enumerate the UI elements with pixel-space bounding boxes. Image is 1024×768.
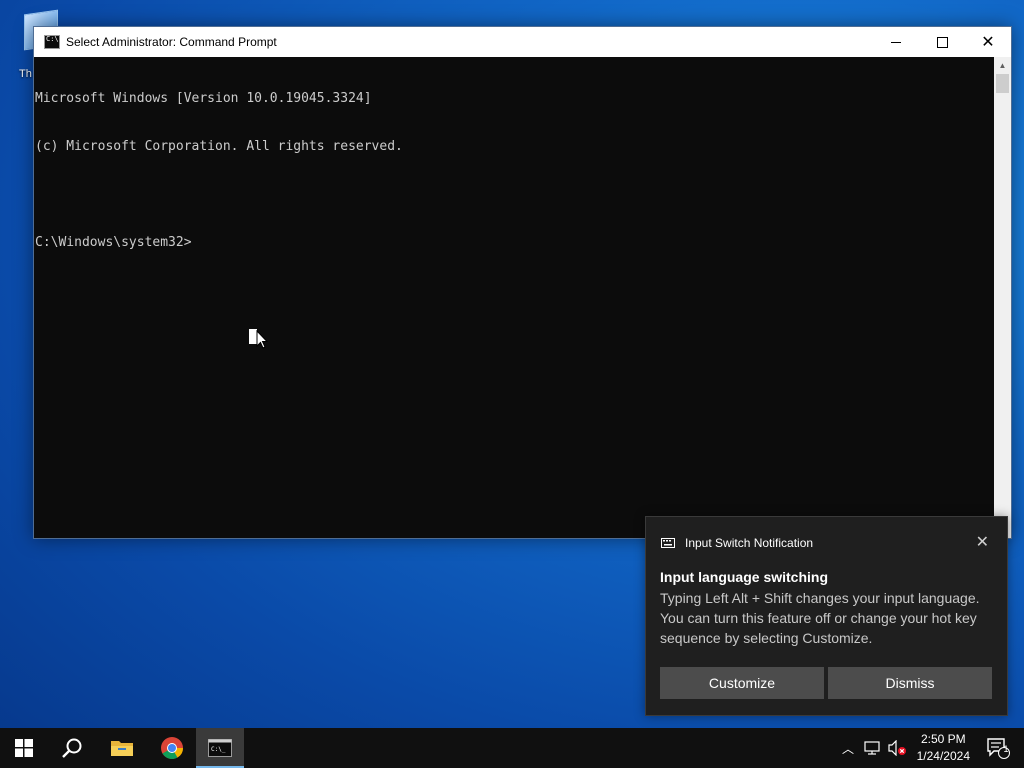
network-icon [864, 741, 880, 755]
close-icon: ✕ [981, 32, 995, 51]
console-prompt-line: C:\Windows\system32> [35, 235, 192, 250]
notification-close-button[interactable]: ✕ [976, 532, 989, 551]
clock-date: 1/24/2024 [916, 749, 970, 763]
chevron-up-icon: ︿ [841, 741, 854, 756]
input-switch-notification[interactable]: Input Switch Notification ✕ Input langua… [645, 516, 1008, 716]
notification-count-badge: 1 [1003, 744, 1009, 754]
volume-muted-icon [888, 740, 906, 756]
svg-text:C:\_: C:\_ [211, 746, 226, 753]
taskbar-clock[interactable]: 2:50 PM 1/24/2024 [917, 731, 970, 765]
taskbar-file-explorer[interactable] [98, 728, 146, 768]
chevron-up-icon: ▲ [998, 61, 1007, 70]
volume-button[interactable] [886, 728, 908, 768]
keyboard-icon [661, 538, 675, 548]
mouse-pointer-icon [256, 330, 268, 349]
maximize-icon [936, 36, 948, 48]
close-button[interactable]: ✕ [965, 27, 1011, 57]
console-output[interactable]: Microsoft Windows [Version 10.0.19045.33… [34, 57, 995, 538]
window-titlebar[interactable]: Select Administrator: Command Prompt ✕ [34, 27, 1011, 57]
notification-header: Input Switch Notification [661, 536, 813, 550]
cmd-app-icon [44, 35, 60, 49]
notification-title: Input language switching [660, 569, 828, 585]
scrollbar-thumb[interactable] [996, 74, 1009, 93]
vertical-scrollbar[interactable]: ▲ [994, 57, 1011, 538]
action-center-button[interactable]: 1 [980, 728, 1016, 768]
customize-button[interactable]: Customize [660, 667, 824, 699]
desktop-icon-label: Th [19, 68, 32, 80]
folder-icon [111, 741, 133, 756]
window-controls: ✕ [873, 27, 1011, 57]
search-icon [62, 738, 82, 758]
taskbar-chrome[interactable] [148, 728, 196, 768]
notification-app-name: Input Switch Notification [685, 536, 814, 550]
window-title: Select Administrator: Command Prompt [66, 35, 277, 49]
taskbar-command-prompt[interactable]: C:\_ [196, 728, 244, 768]
minimize-icon [891, 41, 901, 43]
show-hidden-icons-button[interactable]: ︿ [838, 728, 858, 768]
notification-body: Typing Left Alt + Shift changes your inp… [660, 590, 980, 646]
network-button[interactable] [862, 728, 884, 768]
console-line: Microsoft Windows [Version 10.0.19045.33… [35, 91, 372, 106]
dismiss-button[interactable]: Dismiss [828, 667, 992, 699]
minimize-button[interactable] [873, 27, 919, 57]
cmd-icon: C:\_ [208, 739, 232, 757]
command-prompt-window[interactable]: Select Administrator: Command Prompt ✕ M… [33, 26, 1012, 539]
maximize-button[interactable] [919, 27, 965, 57]
search-button[interactable] [48, 728, 96, 768]
start-button[interactable] [0, 728, 48, 768]
clock-time: 2:50 PM [920, 732, 966, 746]
chrome-icon [161, 737, 183, 759]
windows-logo-icon [15, 739, 33, 757]
scroll-up-button[interactable]: ▲ [994, 57, 1011, 74]
console-line: (c) Microsoft Corporation. All rights re… [35, 139, 403, 154]
taskbar: C:\_ ︿ 2:50 PM 1/24/2024 1 [0, 728, 1024, 768]
